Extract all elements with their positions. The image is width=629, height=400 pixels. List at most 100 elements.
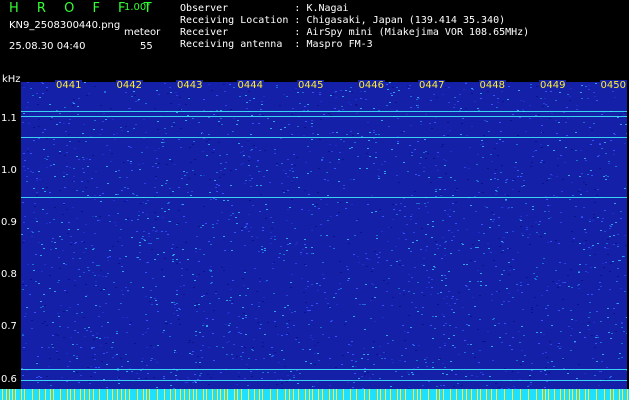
noise-pixel [130,322,132,323]
noise-pixel [492,360,494,361]
noise-pixel [562,308,564,309]
noise-pixel [392,204,394,205]
noise-pixel [141,361,143,362]
noise-pixel [212,224,214,225]
noise-pixel [512,371,514,372]
noise-pixel [125,126,127,127]
noise-pixel [330,95,332,96]
noise-pixel [626,133,627,134]
noise-pixel [236,384,238,385]
baseband-tick [15,389,16,400]
noise-pixel [354,142,356,143]
noise-pixel [399,260,401,261]
noise-pixel [511,207,513,208]
noise-pixel [157,311,159,312]
noise-pixel [199,366,201,367]
noise-pixel [539,221,541,222]
noise-pixel [183,285,185,286]
noise-pixel [92,249,94,250]
noise-pixel [413,293,415,294]
x-tick-label: 0448 [478,80,506,91]
noise-pixel [185,222,187,223]
noise-pixel [38,171,40,172]
noise-pixel [307,110,309,111]
noise-pixel [135,101,137,102]
noise-pixel [321,159,323,160]
noise-pixel [449,216,451,217]
noise-pixel [58,316,60,317]
noise-pixel [285,173,287,174]
noise-pixel [296,177,298,178]
noise-pixel [155,178,157,179]
noise-pixel [347,269,349,270]
noise-pixel [364,374,366,375]
noise-pixel [317,192,319,193]
noise-pixel [30,88,32,89]
noise-pixel [42,93,44,94]
noise-pixel [576,378,578,379]
noise-pixel [117,194,119,195]
noise-pixel [105,303,107,304]
noise-pixel [38,126,40,127]
noise-pixel [449,130,451,131]
noise-pixel [439,358,441,359]
noise-pixel [78,382,80,383]
info-value: AirSpy mini (Miakejima VOR 108.65MHz) [306,27,530,38]
noise-pixel [176,290,178,291]
baseband-tick [350,389,351,400]
noise-pixel [581,85,583,86]
noise-pixel [260,185,262,186]
noise-pixel [92,155,94,156]
noise-pixel [462,244,464,245]
noise-pixel [287,176,289,177]
noise-pixel [279,105,281,106]
noise-pixel [288,320,290,321]
info-value: Chigasaki, Japan (139.414 35.340) [306,15,506,26]
baseband-tick [80,389,81,400]
noise-pixel [181,178,183,179]
noise-pixel [417,282,419,283]
noise-pixel [287,305,289,306]
noise-pixel [248,156,250,157]
noise-pixel [347,239,349,240]
noise-pixel [432,362,434,363]
noise-pixel [37,382,39,383]
noise-pixel [550,217,552,218]
noise-pixel [178,187,180,188]
noise-pixel [620,124,622,125]
noise-pixel [36,221,38,222]
noise-pixel [322,274,324,275]
noise-pixel [86,330,88,331]
noise-pixel [41,82,43,83]
noise-pixel [562,282,564,283]
noise-pixel [172,244,174,245]
noise-pixel [422,385,424,386]
noise-pixel [399,264,401,265]
noise-pixel [73,99,75,100]
baseband-tick [99,389,100,400]
noise-pixel [72,207,74,208]
noise-pixel [263,176,265,177]
noise-pixel [396,110,398,111]
noise-pixel [274,153,276,154]
baseband-tick [504,389,505,400]
noise-pixel [256,237,258,238]
noise-pixel [263,358,265,359]
noise-pixel [397,136,399,137]
noise-pixel [213,198,215,199]
noise-pixel [581,280,583,281]
noise-pixel [591,294,593,295]
noise-pixel [290,282,292,283]
spectrogram-canvas [21,82,627,390]
noise-pixel [609,228,611,229]
noise-pixel [247,140,249,141]
noise-pixel [331,320,333,321]
noise-pixel [256,291,258,292]
noise-pixel [410,153,412,154]
noise-pixel [565,122,567,123]
noise-pixel [450,253,452,254]
noise-pixel [354,235,356,236]
noise-pixel [558,243,560,244]
noise-pixel [50,249,52,250]
noise-pixel [22,202,24,203]
